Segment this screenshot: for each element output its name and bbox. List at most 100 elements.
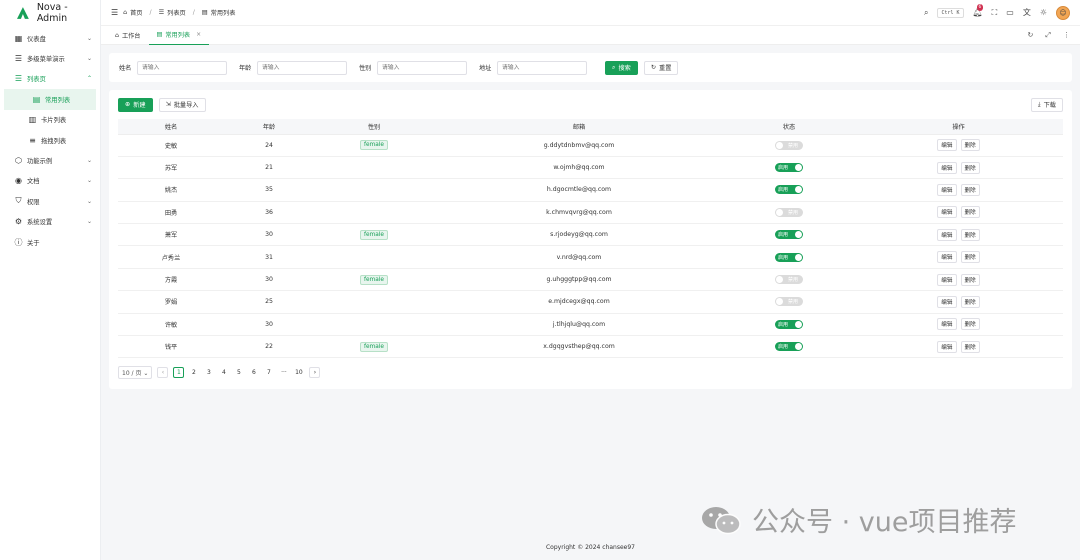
table-row: 钱平 22 female x.dgqgvsthep@qq.com 启用 编辑 删除 <box>118 335 1063 359</box>
page-button[interactable]: 6 <box>248 367 259 378</box>
gender-input[interactable] <box>377 60 467 75</box>
status-toggle[interactable]: 启用 <box>775 342 803 352</box>
edit-button[interactable]: 编辑 <box>937 251 957 264</box>
age-input[interactable] <box>257 60 347 75</box>
cell-status: 启用 <box>724 223 854 247</box>
sidebar-item-card-list[interactable]: ▥ 卡片列表 <box>0 110 100 130</box>
drag-list-icon: ≡ <box>29 135 36 145</box>
status-label: 启用 <box>778 232 789 239</box>
status-toggle[interactable]: 启用 <box>775 163 803 173</box>
status-toggle[interactable]: 禁用 <box>775 297 803 307</box>
edit-button[interactable]: 编辑 <box>937 139 957 152</box>
sidebar-item-dashboard[interactable]: ▦ 仪表盘 ⌄ <box>0 28 100 48</box>
avatar[interactable]: ☺ <box>1056 5 1070 20</box>
sidebar-item-docs[interactable]: ◉ 文档 ⌄ <box>0 171 100 191</box>
toggle-knob <box>776 298 783 306</box>
breadcrumb-common-list[interactable]: ▤ 常用列表 <box>202 8 236 17</box>
address-input[interactable] <box>497 60 587 75</box>
search-icon[interactable]: ⌕ <box>924 8 928 18</box>
tab-workbench[interactable]: ⌂ 工作台 <box>107 26 149 45</box>
breadcrumb-list-page[interactable]: ☰ 列表页 <box>159 8 186 17</box>
sidebar-item-drag-list[interactable]: ≡ 拖拽列表 <box>0 130 100 150</box>
status-toggle[interactable]: 禁用 <box>775 207 803 217</box>
delete-button[interactable]: 删除 <box>960 228 980 241</box>
edit-button[interactable]: 编辑 <box>937 228 957 241</box>
workbench-icon: ⌂ <box>115 31 119 39</box>
page-button[interactable]: 2 <box>188 367 199 378</box>
sidebar-item-label: 系统设置 <box>27 219 53 227</box>
add-button[interactable]: ⊕ 新建 <box>118 97 153 112</box>
edit-button[interactable]: 编辑 <box>937 318 957 331</box>
page-button[interactable]: 5 <box>233 367 244 378</box>
page-size-select[interactable]: 10 / 页 ⌄ <box>118 366 153 379</box>
close-icon[interactable]: × <box>196 31 201 38</box>
column-header-age[interactable]: 年龄 <box>224 119 314 135</box>
page-button[interactable]: 7 <box>263 367 274 378</box>
watermark: 公众号 · vue项目推荐 <box>700 500 1016 539</box>
edit-button[interactable]: 编辑 <box>937 206 957 219</box>
notification-button[interactable]: 🔔︎ 6 <box>973 4 984 17</box>
delete-button[interactable]: 删除 <box>960 183 980 196</box>
sidebar-item-common-list[interactable]: ▤ 常用列表 <box>4 89 96 110</box>
edit-button[interactable]: 编辑 <box>937 295 957 308</box>
page-button[interactable]: 10 <box>293 367 304 378</box>
collapse-menu-icon[interactable]: ☰ <box>111 8 118 17</box>
delete-button[interactable]: 删除 <box>960 139 980 152</box>
logo[interactable]: Nova - Admin <box>0 0 100 26</box>
column-header-status[interactable]: 状态 <box>724 119 854 135</box>
page-ellipsis[interactable]: ··· <box>278 367 289 378</box>
reset-button[interactable]: ↻ 重置 <box>643 60 679 75</box>
card-icon: ▥ <box>28 115 37 125</box>
sidebar-item-settings[interactable]: ⚙ 系统设置 ⌄ <box>0 212 100 232</box>
status-toggle[interactable]: 禁用 <box>775 275 803 285</box>
page-button[interactable]: 3 <box>203 367 214 378</box>
tab-common-list[interactable]: ▤ 常用列表 × <box>148 26 210 45</box>
status-label: 启用 <box>778 254 789 261</box>
sidebar-item-permission[interactable]: ⛉ 权限 ⌄ <box>0 191 100 211</box>
page-button[interactable]: 1 <box>173 367 185 378</box>
delete-button[interactable]: 删除 <box>960 295 980 308</box>
next-page-button[interactable]: › <box>309 367 321 378</box>
status-toggle[interactable]: 启用 <box>775 230 803 240</box>
table-row: 史敏 24 female g.ddytdnbmv@qq.com 禁用 编辑 删除 <box>118 134 1063 157</box>
search-button[interactable]: ⌕ 搜索 <box>605 60 638 75</box>
delete-button[interactable]: 删除 <box>960 273 980 286</box>
column-header-email[interactable]: 邮箱 <box>434 119 724 135</box>
translate-icon[interactable]: 文 <box>1023 7 1031 18</box>
edit-button[interactable]: 编辑 <box>937 161 957 174</box>
monitor-icon[interactable]: ▭ <box>1006 8 1014 17</box>
delete-button[interactable]: 删除 <box>960 251 980 264</box>
cell-actions: 编辑 删除 <box>854 268 1063 292</box>
status-toggle[interactable]: 禁用 <box>775 140 803 150</box>
gender-tag: female <box>360 341 388 352</box>
name-input[interactable] <box>137 60 227 75</box>
sidebar-item-multi-menu[interactable]: ☰ 多级菜单演示 ⌄ <box>0 48 100 68</box>
sidebar-item-function[interactable]: ⬡ 功能示例 ⌄ <box>0 150 100 170</box>
delete-button[interactable]: 删除 <box>960 206 980 219</box>
page-button[interactable]: 4 <box>218 367 229 378</box>
status-toggle[interactable]: 启用 <box>775 252 803 262</box>
maximize-icon[interactable]: ⤢ <box>1045 31 1051 40</box>
column-header-gender[interactable]: 性别 <box>314 119 434 135</box>
breadcrumb-home[interactable]: ⌂ 首页 <box>123 8 142 17</box>
edit-button[interactable]: 编辑 <box>937 340 957 353</box>
column-header-name[interactable]: 姓名 <box>118 119 224 135</box>
more-icon[interactable]: ⋮ <box>1063 31 1070 40</box>
sidebar-item-list-page[interactable]: ☰ 列表页 ⌃ <box>0 69 100 89</box>
edit-button[interactable]: 编辑 <box>937 183 957 196</box>
delete-button[interactable]: 删除 <box>960 340 980 353</box>
status-toggle[interactable]: 启用 <box>775 185 803 195</box>
sidebar-item-about[interactable]: ⓘ 关于 <box>0 232 100 252</box>
import-button[interactable]: ⇲ 批量导入 <box>158 97 206 112</box>
sidebar-item-label: 拖拽列表 <box>41 137 67 145</box>
download-button[interactable]: ⤓ 下载 <box>1030 97 1063 112</box>
edit-button[interactable]: 编辑 <box>937 273 957 286</box>
fullscreen-icon[interactable]: ⛶ <box>992 8 998 18</box>
delete-button[interactable]: 删除 <box>960 161 980 174</box>
prev-page-button[interactable]: ‹ <box>157 367 169 378</box>
theme-icon[interactable]: ☼ <box>1040 8 1047 17</box>
status-toggle[interactable]: 启用 <box>775 319 803 329</box>
refresh-icon[interactable]: ↻ <box>1028 31 1034 40</box>
cell-gender: female <box>314 223 434 247</box>
delete-button[interactable]: 删除 <box>960 318 980 331</box>
